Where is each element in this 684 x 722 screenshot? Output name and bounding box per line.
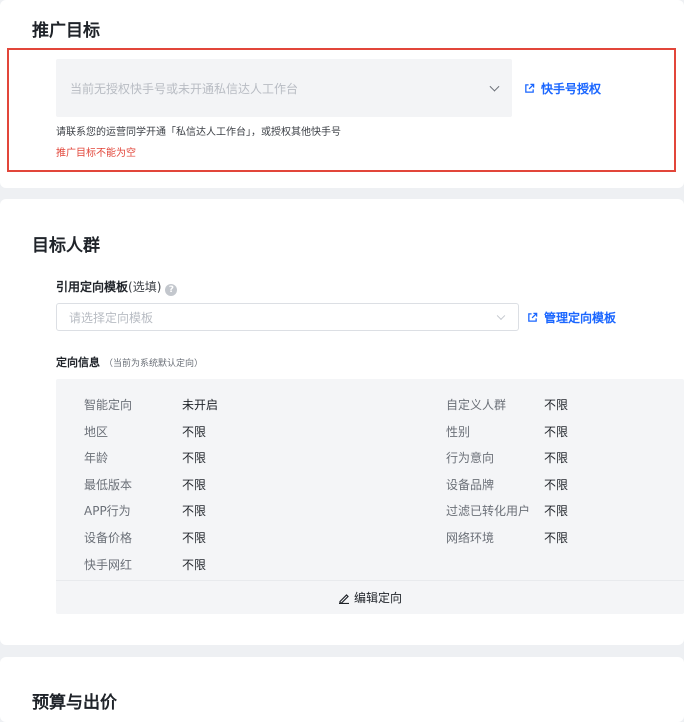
targeting-value-min-version: 不限 [182, 478, 207, 492]
targeting-info-label: 定向信息 （当前为系统默认定向） [56, 356, 204, 369]
targeting-row-filter-converted: 过滤已转化用户 [446, 504, 531, 518]
targeting-value-region: 不限 [182, 425, 207, 439]
targeting-value-device-brand: 不限 [544, 478, 569, 492]
optional-tag: (选填) [128, 280, 162, 294]
help-question-icon[interactable]: ? [165, 284, 178, 296]
kuaishou-auth-link[interactable]: 快手号授权 [524, 80, 601, 97]
targeting-row-app-behavior: APP行为 [84, 504, 131, 518]
targeting-row-network: 网络环境 [446, 531, 495, 545]
targeting-info-note: （当前为系统默认定向） [104, 359, 204, 369]
edit-targeting-label: 编辑定向 [353, 591, 402, 605]
targeting-row-age: 年龄 [84, 451, 109, 465]
manage-template-label: 管理定向模板 [544, 311, 617, 325]
template-field-label: 引用定向模板(选填)? [56, 278, 178, 296]
kuaishou-auth-label: 快手号授权 [541, 82, 602, 96]
chevron-down-icon [489, 81, 500, 92]
targeting-value-influencer: 不限 [182, 558, 207, 572]
external-link-icon [528, 312, 538, 322]
manage-template-link[interactable]: 管理定向模板 [527, 309, 616, 326]
targeting-value-smart: 未开启 [182, 398, 219, 412]
targeting-row-smart: 智能定向 [84, 398, 133, 412]
targeting-template-placeholder: 请选择定向模板 [69, 310, 154, 325]
targeting-value-gender: 不限 [544, 425, 569, 439]
targeting-row-device-brand: 设备品牌 [446, 478, 495, 492]
targeting-value-device-price: 不限 [182, 531, 207, 545]
pencil-icon [338, 593, 349, 604]
targeting-template-select[interactable]: 请选择定向模板 [56, 303, 519, 331]
targeting-info-panel: 智能定向 未开启 地区 不限 年龄 不限 最低版本 不限 APP行为 不限 设备… [56, 379, 684, 614]
targeting-row-influencer: 快手网红 [84, 558, 133, 572]
edit-targeting-button[interactable]: 编辑定向 [56, 580, 684, 614]
budget-bid-card: 预算与出价 [0, 657, 684, 722]
targeting-value-network: 不限 [544, 531, 569, 545]
section-title-promotion-target: 推广目标 [32, 21, 100, 41]
targeting-row-region: 地区 [84, 425, 109, 439]
targeting-value-custom-audience: 不限 [544, 398, 569, 412]
contact-hint-text: 请联系您的运营同学开通「私信达人工作台」，或授权其他快手号 [56, 127, 341, 138]
external-link-icon [525, 83, 535, 93]
targeting-row-device-price: 设备价格 [84, 531, 133, 545]
targeting-value-age: 不限 [182, 451, 207, 465]
promotion-target-placeholder: 当前无授权快手号或未开通私信达人工作台 [70, 81, 299, 96]
promotion-target-select[interactable]: 当前无授权快手号或未开通私信达人工作台 [56, 59, 512, 117]
targeting-row-intent: 行为意向 [446, 451, 495, 465]
targeting-value-intent: 不限 [544, 451, 569, 465]
targeting-value-filter-converted: 不限 [544, 504, 569, 518]
validation-error-text: 推广目标不能为空 [56, 148, 136, 159]
targeting-value-app-behavior: 不限 [182, 504, 207, 518]
section-title-target-audience: 目标人群 [32, 236, 100, 256]
targeting-row-custom-audience: 自定义人群 [446, 398, 507, 412]
targeting-row-gender: 性别 [446, 425, 471, 439]
targeting-row-min-version: 最低版本 [84, 478, 133, 492]
chevron-down-icon [496, 311, 506, 321]
section-title-budget-bid: 预算与出价 [32, 693, 117, 713]
